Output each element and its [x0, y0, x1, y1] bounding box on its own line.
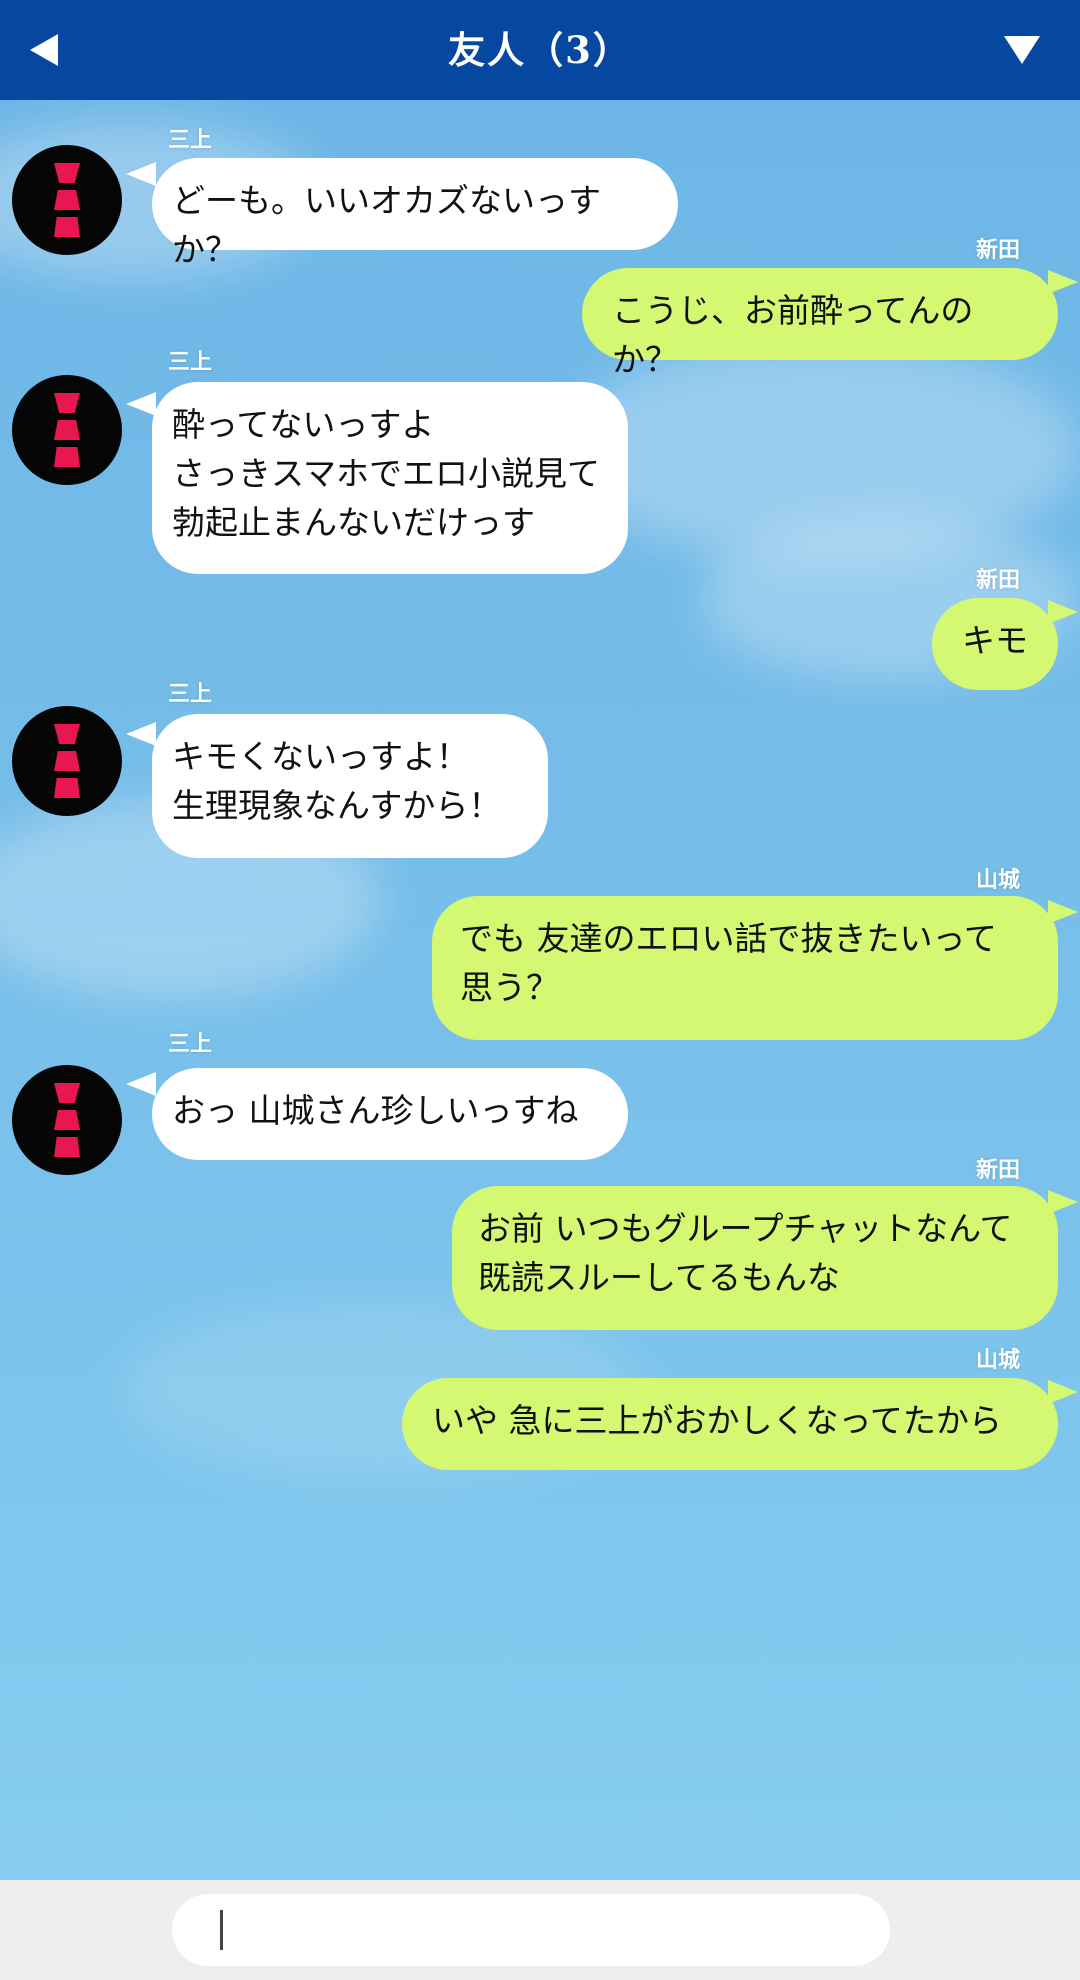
message-bubble-incoming: どーも。いいオカズないっすか？: [152, 158, 678, 269]
message-bubble-outgoing: お前 いつもグループチャットなんて 既読スルーしてるもんな: [452, 1186, 1058, 1330]
message-bubble-incoming: 酔ってないっすよ さっきスマホでエロ小説見て 勃起止まんないだけっす: [152, 382, 628, 574]
sender-name: 三上: [168, 128, 213, 153]
bubble-tail: [126, 722, 156, 746]
message-bubble-outgoing: でも 友達のエロい話で抜きたいって 思う？: [432, 896, 1058, 1040]
sender-name: 三上: [168, 682, 213, 707]
chat-header: 友人（3）: [0, 0, 1080, 100]
mikami-avatar[interactable]: [12, 706, 122, 816]
bubble-tail: [1048, 270, 1078, 294]
message-bubble-outgoing: キモ: [932, 598, 1058, 690]
sender-name: 山城: [976, 1348, 1021, 1373]
message-bubble-outgoing: こうじ、お前酔ってんのか？: [582, 268, 1058, 379]
mikami-avatar[interactable]: [12, 375, 122, 485]
chat-screen: 友人（3） 三上 どーも。いいオカズないっすか？ 新田 こうじ、お前酔ってんのか…: [0, 0, 1080, 1980]
message-input[interactable]: [172, 1894, 890, 1966]
bubble-tail: [126, 1072, 156, 1096]
bubble-tail: [1048, 1380, 1078, 1404]
bubble-tail: [126, 162, 156, 186]
bubble-tail: [126, 392, 156, 416]
message-input-bar: [0, 1880, 1080, 1980]
mikami-avatar[interactable]: [12, 1065, 122, 1175]
sender-name: 新田: [976, 568, 1021, 593]
message-bubble-outgoing: いや 急に三上がおかしくなってたから: [402, 1378, 1058, 1470]
sender-name: 新田: [976, 1158, 1021, 1183]
dropdown-menu-icon[interactable]: [1004, 36, 1040, 64]
chat-title: 友人（3）: [448, 28, 632, 72]
bubble-tail: [1048, 600, 1078, 624]
sender-name: 三上: [168, 1032, 213, 1057]
sender-name: 新田: [976, 238, 1021, 263]
mikami-avatar[interactable]: [12, 145, 122, 255]
text-caret: [220, 1910, 223, 1950]
message-list[interactable]: 三上 どーも。いいオカズないっすか？ 新田 こうじ、お前酔ってんのか？ 三上 酔…: [0, 100, 1080, 1880]
sender-name: 三上: [168, 350, 213, 375]
sender-name: 山城: [976, 868, 1021, 893]
message-bubble-incoming: キモくないっすよ！ 生理現象なんすから！: [152, 714, 548, 858]
message-bubble-incoming: おっ 山城さん珍しいっすね: [152, 1068, 628, 1160]
